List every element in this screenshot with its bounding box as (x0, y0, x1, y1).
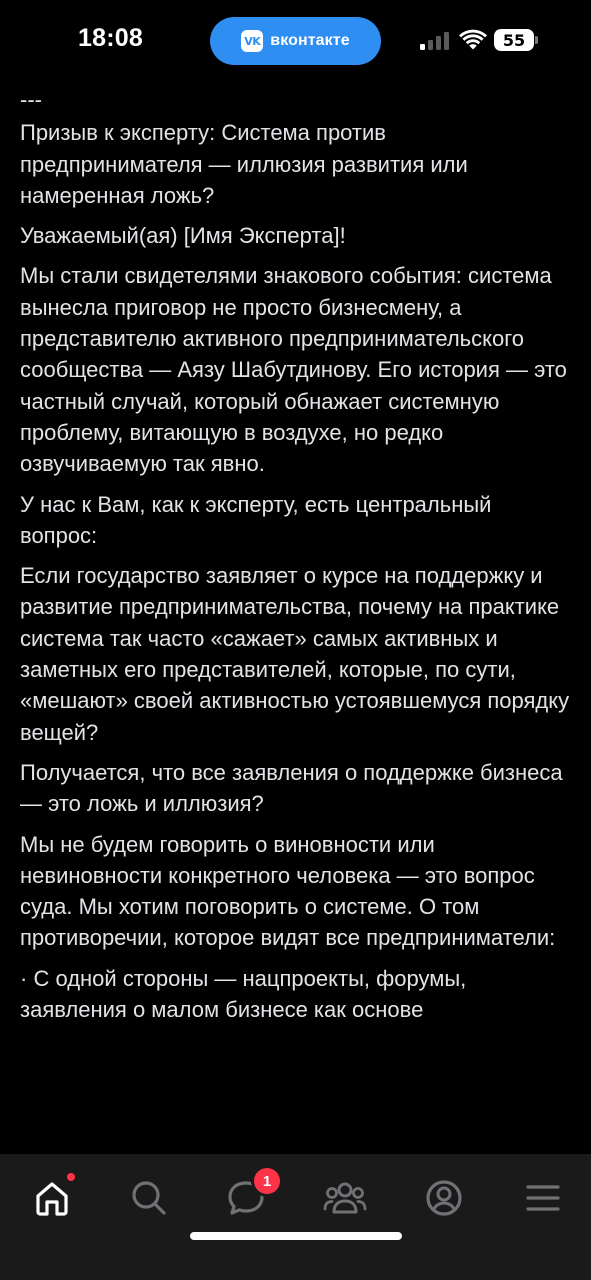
tab-search[interactable] (124, 1175, 174, 1221)
friends-icon (323, 1182, 367, 1214)
paragraph-greeting: Уважаемый(ая) [Имя Эксперта]! (20, 223, 346, 249)
home-notification-dot (67, 1173, 75, 1181)
tab-messages[interactable]: 1 (221, 1168, 280, 1221)
return-to-app-label: вконтакте (270, 32, 350, 49)
bottom-tab-bar: 1 (0, 1154, 591, 1280)
paragraph-title: Призыв к эксперту: Система против предпр… (20, 120, 468, 208)
tab-profile[interactable] (419, 1175, 469, 1221)
home-indicator[interactable] (190, 1232, 402, 1240)
cellular-signal-icon (420, 32, 449, 50)
status-time: 18:08 (78, 24, 143, 52)
paragraph: Если государство заявляет о курсе на под… (20, 563, 570, 745)
post-text: --- Призыв к эксперту: Система против пр… (20, 84, 572, 1146)
profile-icon (426, 1180, 462, 1216)
tab-menu[interactable] (518, 1175, 568, 1221)
vk-logo-icon: VK (241, 30, 264, 52)
tab-friends[interactable] (320, 1175, 370, 1221)
paragraph: У нас к Вам, как к эксперту, есть центра… (20, 491, 492, 548)
menu-icon (526, 1185, 560, 1211)
search-icon (132, 1181, 166, 1215)
battery-level: 55 (502, 30, 526, 50)
status-bar: 18:08 VK вконтакте 55 (0, 0, 591, 82)
wifi-icon (459, 29, 487, 50)
battery-icon: 55 (494, 29, 538, 51)
paragraph: Получается, что все заявления о поддержк… (20, 759, 563, 817)
messages-badge: 1 (254, 1168, 280, 1194)
tab-home[interactable] (27, 1173, 77, 1221)
paragraph: · С одной стороны — нацпроекты, форумы, … (20, 965, 467, 1023)
home-icon (36, 1182, 68, 1216)
return-to-app-pill[interactable]: VK вконтакте (210, 17, 381, 65)
paragraph: Мы не будем говорить о виновности или не… (20, 831, 556, 951)
paragraph: Мы стали свидетелями знакового события: … (20, 263, 567, 477)
paragraph-separator: --- (20, 87, 42, 112)
